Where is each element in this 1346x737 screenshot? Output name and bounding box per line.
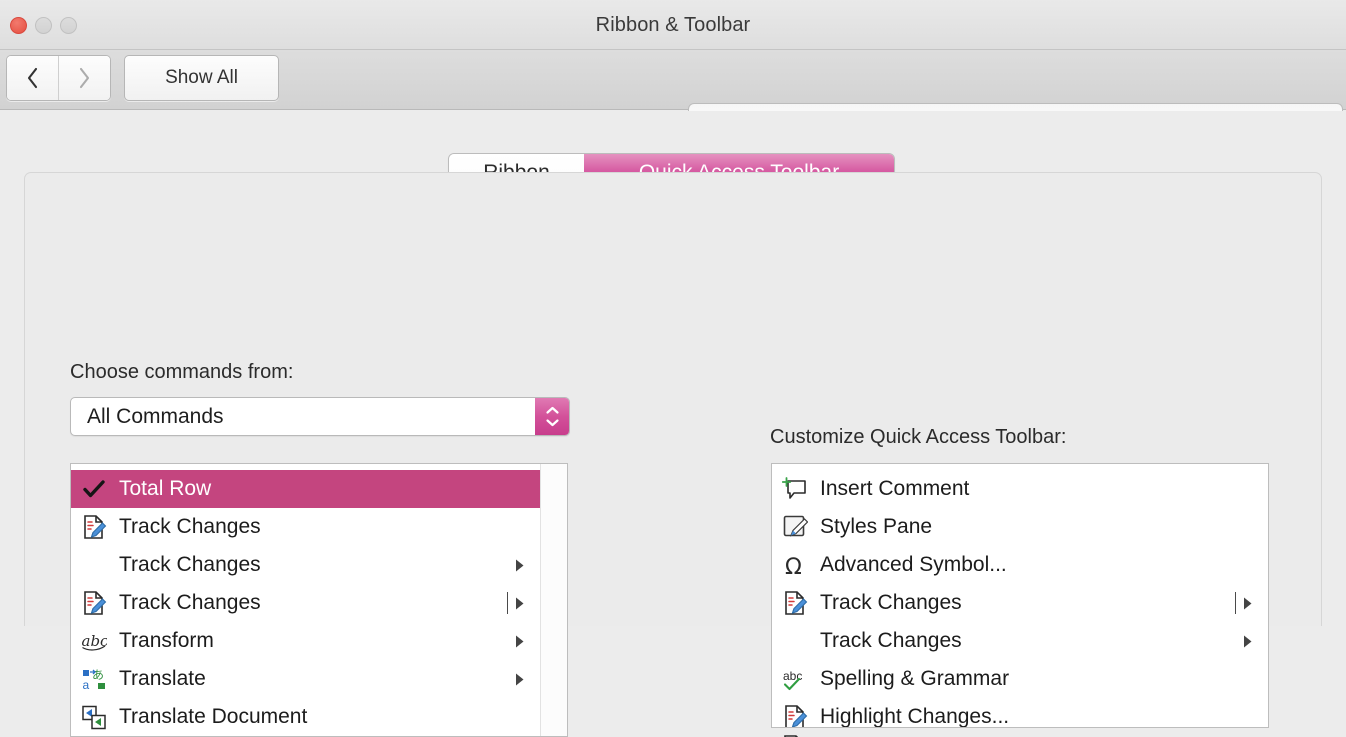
list-item[interactable]: Track Changes: [71, 584, 540, 622]
list-item-label: Styles Pane: [820, 515, 933, 538]
list-item-icon: abc: [71, 628, 117, 654]
list-item-label: Highlight Changes...: [820, 705, 1010, 728]
choose-commands-select[interactable]: All Commands: [70, 397, 570, 436]
list-item-disclosure[interactable]: [1243, 584, 1252, 622]
list-item[interactable]: abc Spelling & Grammar: [772, 660, 1268, 698]
available-commands-scrollbar[interactable]: [540, 464, 567, 736]
list-item[interactable]: Track Changes: [71, 546, 540, 584]
styles-pane-icon: [783, 515, 808, 537]
list-item-icon: [772, 514, 818, 540]
list-item-separator: [1235, 592, 1236, 614]
list-item[interactable]: Ω Advanced Symbol...: [772, 546, 1268, 584]
chevron-up-icon: [545, 406, 559, 414]
navigation-button-group: [6, 55, 111, 101]
svg-text:Ω: Ω: [785, 555, 802, 578]
preferences-content: Ribbon Quick Access Toolbar Choose comma…: [0, 111, 1346, 737]
list-item[interactable]: Track Changes: [772, 622, 1268, 660]
show-all-button[interactable]: Show All: [124, 55, 279, 101]
choose-commands-value: All Commands: [87, 404, 224, 428]
list-item-label: Advanced Symbol...: [820, 553, 1007, 576]
list-item-icon: [71, 704, 117, 730]
list-item-label: Track Changes: [119, 553, 261, 576]
quick-access-toolbar-list[interactable]: Insert Comment Styles Pane Ω Advanced Sy…: [771, 463, 1269, 728]
list-item-icon: Ω: [772, 552, 818, 578]
list-item-label: Translate Document: [119, 705, 308, 728]
list-item-disclosure[interactable]: [515, 660, 524, 698]
list-item-disclosure[interactable]: [515, 546, 524, 584]
preferences-toolbar: Show All Search: [0, 50, 1346, 145]
quick-access-toolbar-overflow-row: [771, 728, 1269, 737]
list-item[interactable]: abc Transform: [71, 622, 540, 660]
list-item-icon: [772, 590, 818, 616]
list-item[interactable]: Track Changes: [71, 508, 540, 546]
window-title: Ribbon & Toolbar: [595, 14, 751, 36]
list-item-label: Translate: [119, 667, 206, 690]
chevron-down-icon: [545, 419, 559, 427]
list-item[interactable]: a あ Translate: [71, 660, 540, 698]
translate-icon: a あ: [83, 668, 105, 692]
list-item-label: Insert Comment: [820, 477, 970, 500]
list-item-disclosure[interactable]: [515, 622, 524, 660]
disclosure-arrow-icon: [516, 673, 524, 685]
disclosure-arrow-icon: [516, 559, 524, 571]
select-stepper[interactable]: [535, 398, 569, 435]
list-item-separator: [507, 592, 508, 614]
customize-qat-label: Customize Quick Access Toolbar:: [770, 426, 1067, 448]
abc-transform-icon: abc: [82, 632, 107, 651]
list-item-label: Track Changes: [119, 515, 261, 538]
list-item-checkmark: [71, 479, 117, 499]
list-item[interactable]: Styles Pane: [772, 508, 1268, 546]
list-item-icon: [772, 704, 818, 727]
list-item-icon: abc: [772, 666, 818, 692]
checkmark-icon: [83, 480, 105, 498]
list-item[interactable]: Highlight Changes...: [772, 698, 1268, 728]
disclosure-arrow-icon: [1244, 597, 1252, 609]
list-item-label: Transform: [119, 629, 214, 652]
list-item-disclosure[interactable]: [1243, 622, 1252, 660]
list-item-label: Track Changes: [820, 629, 962, 652]
back-button[interactable]: [7, 56, 58, 100]
available-commands-rows: Total Row Track Changes Track Changes Tra…: [71, 470, 540, 736]
svg-text:abc: abc: [783, 669, 802, 683]
list-item-label: Spelling & Grammar: [820, 667, 1010, 690]
choose-commands-label: Choose commands from:: [70, 361, 294, 383]
list-item-icon: a あ: [71, 666, 117, 692]
list-item[interactable]: Total Row: [71, 470, 540, 508]
list-item-icon: [71, 514, 117, 540]
list-item-icon: [772, 476, 818, 502]
chevron-left-icon: [27, 67, 38, 89]
svg-text:a: a: [83, 678, 90, 692]
insert-comment-icon: [782, 477, 806, 499]
spelling-grammar-icon: abc: [783, 669, 802, 691]
translate-document-icon: [82, 705, 106, 730]
chevron-right-icon: [79, 67, 90, 89]
list-item-label: Track Changes: [820, 591, 962, 614]
available-commands-list[interactable]: Total Row Track Changes Track Changes Tra…: [70, 463, 568, 737]
list-item-icon: [71, 590, 117, 616]
track-changes-doc-icon: [785, 705, 808, 727]
disclosure-arrow-icon: [516, 597, 524, 609]
disclosure-arrow-icon: [1244, 635, 1252, 647]
list-item[interactable]: [771, 728, 1269, 737]
list-item-disclosure[interactable]: [515, 584, 524, 622]
disclosure-arrow-icon: [516, 635, 524, 647]
list-item[interactable]: Track Changes: [772, 584, 1268, 622]
list-item[interactable]: Insert Comment: [772, 470, 1268, 508]
quick-access-toolbar-rows: Insert Comment Styles Pane Ω Advanced Sy…: [772, 470, 1268, 728]
forward-button[interactable]: [58, 56, 110, 100]
list-item[interactable]: Translate Document: [71, 698, 540, 736]
window-title-bar: Ribbon & Toolbar: [0, 0, 1346, 50]
track-changes-doc-icon: [84, 591, 107, 615]
advanced-symbol-icon: Ω: [785, 555, 802, 578]
track-changes-doc-icon: [785, 591, 808, 615]
list-item-label: Total Row: [119, 477, 212, 500]
list-item-label: Track Changes: [119, 591, 261, 614]
track-changes-doc-icon: [84, 515, 107, 539]
